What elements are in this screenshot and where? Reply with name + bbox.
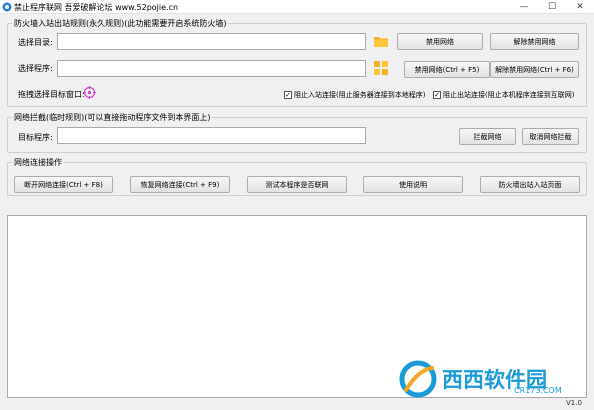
- watermark-subtext: CR173.COM: [514, 386, 562, 395]
- block-inbound-checkbox[interactable]: ✓ 阻止入站连接(阻止服务器连接到本地程序): [284, 90, 425, 100]
- test-connectivity-button[interactable]: 测试本程序是否联网: [247, 176, 347, 193]
- minimize-button[interactable]: —: [510, 0, 538, 14]
- select-dir-label: 选择目录:: [18, 38, 53, 47]
- close-button[interactable]: ✕: [566, 0, 594, 14]
- firewall-page-button[interactable]: 防火墙出站入站页面: [480, 176, 580, 193]
- disable-network-button[interactable]: 禁用网络: [397, 33, 483, 50]
- watermark: 西西软件园 CR173.COM: [396, 358, 584, 400]
- cancel-intercept-button[interactable]: 取消网络拦截: [522, 128, 579, 145]
- ops-group-title: 网络连接操作: [12, 157, 64, 168]
- folder-icon[interactable]: [374, 35, 388, 47]
- disable-network-hotkey-button[interactable]: 禁用网络(Ctrl + F5): [404, 61, 490, 78]
- block-outbound-checkbox[interactable]: ✓ 阻止出站连接(阻止本机程序连接到互联网): [433, 90, 574, 100]
- firewall-group-title: 防火墙入站出站规则(永久规则)(此功能需要开启系统防火墙): [12, 18, 229, 29]
- undo-disable-network-button[interactable]: 解除禁用网络: [490, 33, 579, 50]
- drag-select-label: 拖拽选择目标窗口:: [18, 90, 85, 99]
- version-label: V1.0: [566, 399, 582, 407]
- instructions-button[interactable]: 使用说明: [363, 176, 463, 193]
- select-program-input[interactable]: [57, 60, 366, 77]
- watermark-logo-icon: [399, 360, 437, 398]
- target-program-label: 目标程序:: [18, 133, 53, 142]
- intercept-network-button[interactable]: 拦截网络: [459, 128, 516, 145]
- checkmark-icon: ✓: [284, 90, 292, 99]
- undo-disable-network-hotkey-button[interactable]: 解除禁用网络(Ctrl + F6): [490, 61, 579, 78]
- select-program-label: 选择程序:: [18, 64, 53, 73]
- block-inbound-label: 阻止入站连接(阻止服务器连接到本地程序): [294, 91, 426, 99]
- title-bar: 禁止程序联网 吾爱破解论坛 www.52pojie.cn — ☐ ✕: [0, 0, 594, 14]
- program-picker-icon[interactable]: [374, 61, 388, 75]
- block-outbound-label: 阻止出站连接(阻止本机程序连接到互联网): [443, 91, 575, 99]
- checkmark-icon: ✓: [433, 90, 441, 99]
- maximize-button[interactable]: ☐: [538, 0, 566, 14]
- connection-ops-group: 网络连接操作 断开网络连接(Ctrl + F8) 恢复网络连接(Ctrl + F…: [7, 157, 587, 196]
- crosshair-icon[interactable]: [83, 86, 96, 99]
- app-icon: [2, 2, 12, 12]
- firewall-rules-group: 防火墙入站出站规则(永久规则)(此功能需要开启系统防火墙) 选择目录: 禁用网络…: [7, 18, 587, 107]
- target-program-input[interactable]: [57, 127, 366, 144]
- select-dir-input[interactable]: [57, 33, 366, 50]
- restore-network-button[interactable]: 恢复网络连接(Ctrl + F9): [130, 176, 230, 193]
- window-title: 禁止程序联网 吾爱破解论坛 www.52pojie.cn: [14, 3, 179, 12]
- disconnect-network-button[interactable]: 断开网络连接(Ctrl + F8): [14, 176, 113, 193]
- intercept-group-title: 网络拦截(临时规则)(可以直接拖动程序文件到本界面上): [12, 112, 213, 123]
- network-intercept-group: 网络拦截(临时规则)(可以直接拖动程序文件到本界面上) 目标程序: 拦截网络 取…: [7, 112, 587, 153]
